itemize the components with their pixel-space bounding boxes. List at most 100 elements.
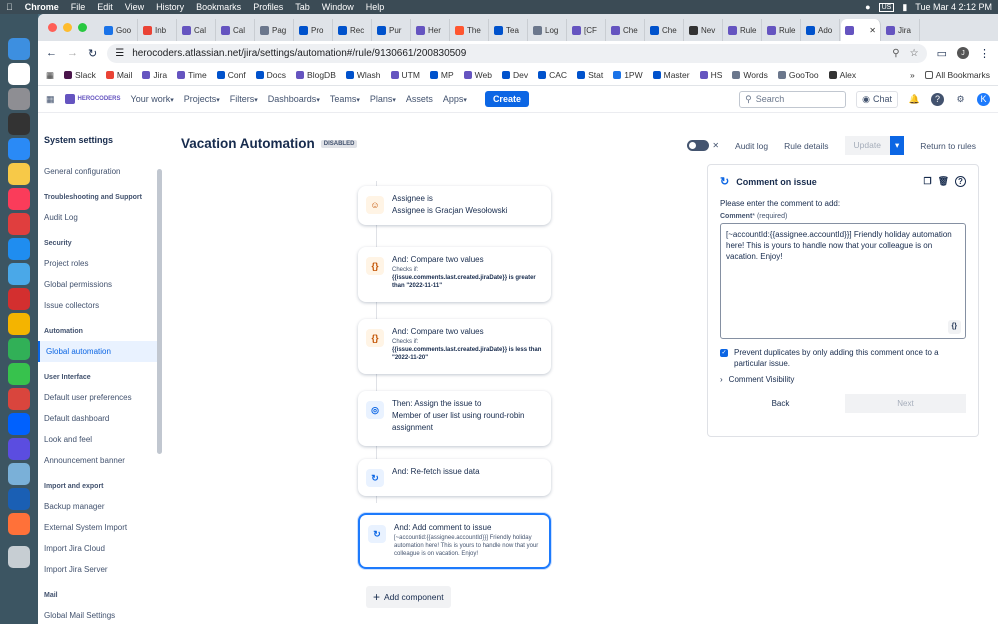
bookmark-item[interactable]: UTM xyxy=(390,70,420,80)
screen-icon[interactable] xyxy=(8,463,30,485)
menu-edit[interactable]: Edit xyxy=(97,2,113,12)
sidebar-item-audit-log[interactable]: Audit Log xyxy=(44,207,158,228)
wifi-icon[interactable]: ● xyxy=(865,2,870,12)
menu-window[interactable]: Window xyxy=(322,2,354,12)
app-name[interactable]: Chrome xyxy=(25,2,59,12)
sidebar-item-announcement-banner[interactable]: Announcement banner xyxy=(44,450,158,471)
notifications-icon[interactable]: 🔔 xyxy=(908,93,921,106)
audit-log-link[interactable]: Audit log xyxy=(735,141,768,151)
checkbox-checked-icon[interactable]: ✓ xyxy=(720,349,728,357)
dropbox-icon[interactable] xyxy=(8,413,30,435)
bookmark-item[interactable]: Alex xyxy=(828,70,856,80)
nav-plans[interactable]: Plans▾ xyxy=(370,94,396,104)
bookmark-item[interactable]: Dev xyxy=(502,70,528,80)
menu-bookmarks[interactable]: Bookmarks xyxy=(196,2,241,12)
bookmark-item[interactable]: Slack xyxy=(64,70,96,80)
finder-icon[interactable] xyxy=(8,38,30,60)
delete-icon[interactable]: 🗑 xyxy=(938,176,949,187)
safari-icon[interactable] xyxy=(8,138,30,160)
zoom-icon[interactable]: ⚲ xyxy=(892,48,899,59)
app-switcher-icon[interactable]: ▦ xyxy=(46,94,55,105)
sidebar-item-backup-manager[interactable]: Backup manager xyxy=(44,496,158,517)
browser-tab[interactable]: Rule xyxy=(763,19,801,41)
close-window-icon[interactable] xyxy=(48,23,57,32)
preview-icon[interactable] xyxy=(8,263,30,285)
minimize-window-icon[interactable] xyxy=(63,23,72,32)
bookmark-item[interactable]: 1PW xyxy=(613,70,643,80)
bookmark-item[interactable]: MP xyxy=(429,70,454,80)
all-bookmarks[interactable]: All Bookmarks xyxy=(924,70,990,80)
star-icon[interactable] xyxy=(8,438,30,460)
bookmark-item[interactable]: CAC xyxy=(538,70,567,80)
bookmark-item[interactable]: Wlash xyxy=(345,70,381,80)
bookmark-item[interactable]: Master xyxy=(652,70,690,80)
acrobat-icon[interactable] xyxy=(8,288,30,310)
browser-tab[interactable]: Che xyxy=(646,19,684,41)
sidebar-item-import-jira-cloud[interactable]: Import Jira Cloud xyxy=(44,538,158,559)
chat-button[interactable]: ◉ Chat xyxy=(856,90,898,108)
numbers-icon[interactable] xyxy=(8,338,30,360)
browser-tab[interactable]: [CF xyxy=(568,19,606,41)
settings-gear-icon[interactable]: ⚙ xyxy=(954,93,967,106)
messages-icon[interactable] xyxy=(8,363,30,385)
nav-assets[interactable]: Assets xyxy=(406,94,433,104)
back-button[interactable]: Back xyxy=(720,394,841,413)
profile-avatar[interactable]: J xyxy=(957,47,969,59)
firefox-icon[interactable] xyxy=(8,513,30,535)
browser-tab[interactable]: Tea xyxy=(490,19,528,41)
bookmark-item[interactable]: Time xyxy=(177,70,207,80)
bookmark-item[interactable]: Stat xyxy=(577,70,603,80)
calendar-icon[interactable] xyxy=(8,63,30,85)
sidebar-item-project-roles[interactable]: Project roles xyxy=(44,253,158,274)
comment-textarea[interactable]: [~accountId:{{assignee.accountId}}] Frie… xyxy=(720,223,966,339)
appstore-icon[interactable] xyxy=(8,238,30,260)
bookmark-item[interactable]: BlogDB xyxy=(296,70,336,80)
bookmarks-overflow-icon[interactable]: » xyxy=(910,70,915,80)
chrome-icon[interactable] xyxy=(8,313,30,335)
bookmark-item[interactable]: Mail xyxy=(105,70,132,80)
settings-icon[interactable] xyxy=(8,88,30,110)
automation-step-card[interactable]: ↻ And: Re-fetch issue data xyxy=(358,459,551,496)
forward-icon[interactable]: → xyxy=(67,47,78,59)
bookmark-item[interactable]: GooToo xyxy=(777,70,819,80)
nav-projects[interactable]: Projects▾ xyxy=(184,94,220,104)
menu-help[interactable]: Help xyxy=(366,2,385,12)
tab-close-icon[interactable]: ✕ xyxy=(869,26,876,35)
browser-tab[interactable]: Che xyxy=(607,19,645,41)
help-icon[interactable]: ? xyxy=(931,92,944,106)
nav-filters[interactable]: Filters▾ xyxy=(230,94,258,104)
menu-tab[interactable]: Tab xyxy=(295,2,310,12)
sidebar-item-external-system-import[interactable]: External System Import xyxy=(44,517,158,538)
smart-value-button[interactable]: {} xyxy=(947,320,961,334)
clock[interactable]: Tue Mar 4 2:12 PM xyxy=(915,2,992,12)
browser-tab[interactable]: Log xyxy=(529,19,567,41)
nav-dashboards[interactable]: Dashboards▾ xyxy=(268,94,320,104)
browser-tab[interactable]: Her xyxy=(412,19,450,41)
sidebar-item-import-jira-server[interactable]: Import Jira Server xyxy=(44,559,158,580)
reload-icon[interactable]: ↻ xyxy=(88,47,97,60)
browser-tab[interactable]: Nev xyxy=(685,19,723,41)
duplicate-icon[interactable]: ❐ xyxy=(923,176,931,187)
calculator-icon[interactable] xyxy=(8,113,30,135)
input-source[interactable]: US xyxy=(878,2,895,12)
update-split-button[interactable]: Update ▾ xyxy=(844,136,905,155)
trash-icon[interactable] xyxy=(8,546,30,568)
browser-tab[interactable]: Inb xyxy=(139,19,177,41)
sidebar-item-global-permissions[interactable]: Global permissions xyxy=(44,274,158,295)
nav-teams[interactable]: Teams▾ xyxy=(330,94,360,104)
extensions-icon[interactable]: ▭ xyxy=(937,47,947,60)
site-info-icon[interactable]: ☰ xyxy=(115,48,124,59)
sidebar-item-default-user-preferences[interactable]: Default user preferences xyxy=(44,387,158,408)
browser-tab[interactable]: Rec xyxy=(334,19,372,41)
more-menu-icon[interactable]: ⋮ xyxy=(979,47,990,60)
browser-tab[interactable]: Rule xyxy=(724,19,762,41)
browser-tab[interactable]: The xyxy=(451,19,489,41)
menu-history[interactable]: History xyxy=(156,2,184,12)
nav-apps[interactable]: Apps▾ xyxy=(443,94,467,104)
automation-step-card[interactable]: {} And: Compare two values Checks if: {{iss… xyxy=(358,319,551,374)
bookmark-item[interactable]: Conf xyxy=(216,70,246,80)
bookmark-item[interactable]: Words xyxy=(732,70,768,80)
browser-tab[interactable]: Pur xyxy=(373,19,411,41)
apps-grid-icon[interactable]: ▦ xyxy=(46,70,54,81)
jira-logo[interactable]: HEROCODERS xyxy=(64,94,121,104)
